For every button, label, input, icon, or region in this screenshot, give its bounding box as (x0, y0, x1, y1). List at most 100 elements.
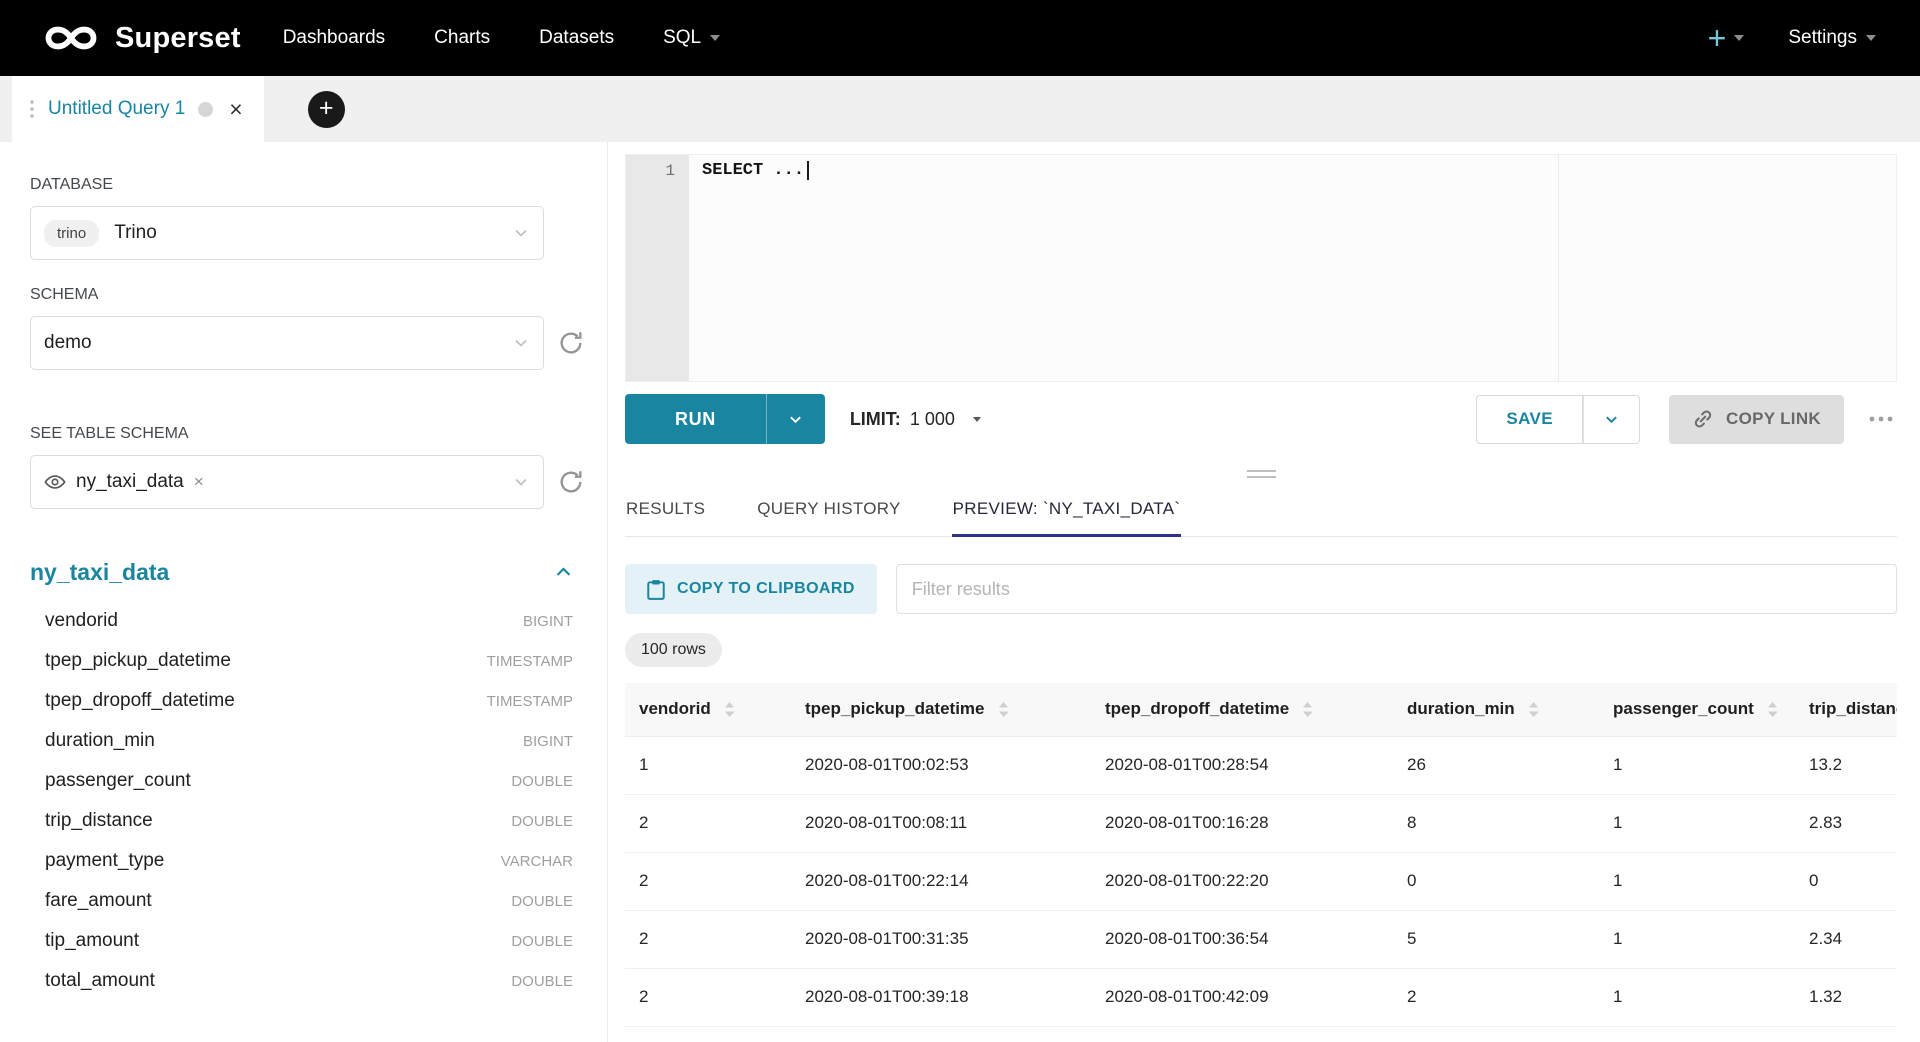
save-dropdown-button[interactable] (1583, 395, 1640, 444)
query-tab[interactable]: Untitled Query 1 × (12, 76, 264, 142)
south-tab-label: QUERY HISTORY (757, 499, 900, 518)
schema-column-row: tip_amount DOUBLE (30, 921, 573, 961)
close-tab-icon[interactable]: × (229, 98, 242, 121)
table-name[interactable]: ny_taxi_data (30, 559, 169, 586)
new-menu-button[interactable]: + (1708, 22, 1745, 54)
more-actions-button[interactable] (1865, 407, 1897, 431)
run-dropdown-button[interactable] (766, 394, 825, 444)
schema-label: SCHEMA (30, 286, 607, 304)
caret-down-icon (1734, 35, 1744, 41)
column-name: vendorid (45, 610, 118, 632)
sort-icon[interactable] (1302, 701, 1313, 718)
sort-icon[interactable] (1767, 701, 1778, 718)
column-header[interactable]: passenger_count (1599, 683, 1795, 736)
south-tab[interactable]: RESULTS (625, 484, 706, 536)
collapse-table-icon[interactable] (554, 563, 573, 582)
nav-item[interactable]: Datasets (539, 27, 614, 49)
column-header[interactable]: tpep_dropoff_datetime (1091, 683, 1393, 736)
caret-down-icon (1866, 35, 1876, 41)
chevron-down-icon (513, 474, 529, 490)
table-cell: 1 (1599, 910, 1795, 968)
table-cell: 1 (625, 736, 791, 794)
settings-label: Settings (1788, 27, 1857, 49)
table-cell: 2020-08-01T00:08:11 (791, 794, 1091, 852)
refresh-schemas-button[interactable] (557, 329, 585, 357)
sqllab-main-panel: 1 SELECT ... RUN LIMIT: 1 000 (608, 142, 1920, 1042)
column-header[interactable]: duration_min (1393, 683, 1599, 736)
table-cell: 1 (1599, 968, 1795, 1026)
table-row: 12020-08-01T00:02:532020-08-01T00:28:542… (625, 736, 1897, 794)
table-select[interactable]: ny_taxi_data × (30, 455, 544, 509)
limit-control[interactable]: LIMIT: 1 000 (850, 409, 981, 430)
run-button[interactable]: RUN (625, 394, 766, 444)
results-grid[interactable]: vendorid tpep_pickup_datetime tpep_dropo… (625, 683, 1897, 1042)
column-header[interactable]: vendorid (625, 683, 791, 736)
unsaved-indicator (198, 102, 213, 117)
sql-editor[interactable]: 1 SELECT ... (625, 154, 1897, 382)
column-header-label: trip_distance (1809, 699, 1897, 719)
clear-table-icon[interactable]: × (194, 472, 204, 492)
table-cell: 1 (1599, 736, 1795, 794)
drag-handle-icon[interactable] (29, 99, 35, 119)
nav-item-label: SQL (663, 27, 701, 49)
sort-icon[interactable] (724, 701, 735, 718)
copy-link-button[interactable]: COPY LINK (1669, 395, 1844, 444)
pane-resize-handle[interactable] (625, 467, 1897, 480)
south-tab[interactable]: PREVIEW: `NY_TAXI_DATA` (952, 484, 1182, 536)
brand-name: Superset (115, 22, 241, 55)
table-cell: 2020-08-01T00:36:54 (1091, 910, 1393, 968)
column-name: tpep_dropoff_datetime (45, 690, 235, 712)
column-header-label: tpep_dropoff_datetime (1105, 699, 1289, 719)
database-value: Trino (114, 222, 157, 244)
schema-select[interactable]: demo (30, 316, 544, 370)
superset-brand[interactable]: Superset (40, 22, 241, 55)
database-section: DATABASE trino Trino (30, 176, 607, 260)
sort-icon[interactable] (1528, 701, 1539, 718)
table-row: 22020-08-01T00:31:352020-08-01T00:36:545… (625, 910, 1897, 968)
column-header-label: tpep_pickup_datetime (805, 699, 985, 719)
column-header[interactable]: trip_distance (1795, 683, 1897, 736)
column-type: DOUBLE (511, 973, 573, 990)
new-tab-button[interactable]: + (308, 91, 345, 128)
copy-to-clipboard-button[interactable]: COPY TO CLIPBOARD (625, 564, 877, 614)
nav-item[interactable]: Dashboards (283, 27, 385, 49)
database-select[interactable]: trino Trino (30, 206, 544, 260)
plus-icon: + (1708, 22, 1727, 54)
limit-label: LIMIT: (850, 409, 901, 430)
schema-column-row: trip_distance DOUBLE (30, 801, 573, 841)
column-header-label: vendorid (639, 699, 711, 719)
table-cell: 2 (625, 794, 791, 852)
schema-column-row: tpep_pickup_datetime TIMESTAMP (30, 641, 573, 681)
nav-item[interactable]: Charts (434, 27, 490, 49)
schema-column-row: payment_type VARCHAR (30, 841, 573, 881)
sort-icon[interactable] (998, 701, 1009, 718)
query-tab-title: Untitled Query 1 (48, 98, 185, 120)
south-tab-label: PREVIEW: `NY_TAXI_DATA` (953, 499, 1181, 518)
save-button[interactable]: SAVE (1476, 395, 1583, 444)
nav-item[interactable]: SQL (663, 27, 720, 49)
column-type: TIMESTAMP (487, 693, 573, 710)
schema-column-row: fare_amount DOUBLE (30, 881, 573, 921)
limit-value: 1 000 (910, 409, 955, 430)
schema-column-row: total_amount DOUBLE (30, 961, 573, 1001)
schema-column-row: passenger_count DOUBLE (30, 761, 573, 801)
save-button-group: SAVE (1476, 395, 1640, 444)
column-header[interactable]: tpep_pickup_datetime (791, 683, 1091, 736)
south-tab[interactable]: QUERY HISTORY (756, 484, 901, 536)
table-cell: 2 (625, 852, 791, 910)
table-cell: 2020-08-01T00:22:20 (1091, 852, 1393, 910)
results-actions: COPY TO CLIPBOARD (625, 564, 1897, 614)
settings-menu-button[interactable]: Settings (1788, 27, 1876, 49)
column-type: DOUBLE (511, 773, 573, 790)
link-icon (1692, 408, 1714, 430)
refresh-tables-button[interactable] (557, 468, 585, 496)
table-row: 22020-08-01T00:08:112020-08-01T00:16:288… (625, 794, 1897, 852)
table-cell: 13.2 (1795, 736, 1897, 794)
table-cell: 2 (625, 910, 791, 968)
table-picker-label: SEE TABLE SCHEMA (30, 425, 607, 443)
sql-code-area[interactable]: SELECT ... (689, 155, 809, 381)
sql-text: SELECT ... (702, 161, 804, 180)
chevron-down-icon (513, 335, 529, 351)
table-cell: 0 (1795, 852, 1897, 910)
filter-results-input[interactable] (896, 564, 1897, 614)
